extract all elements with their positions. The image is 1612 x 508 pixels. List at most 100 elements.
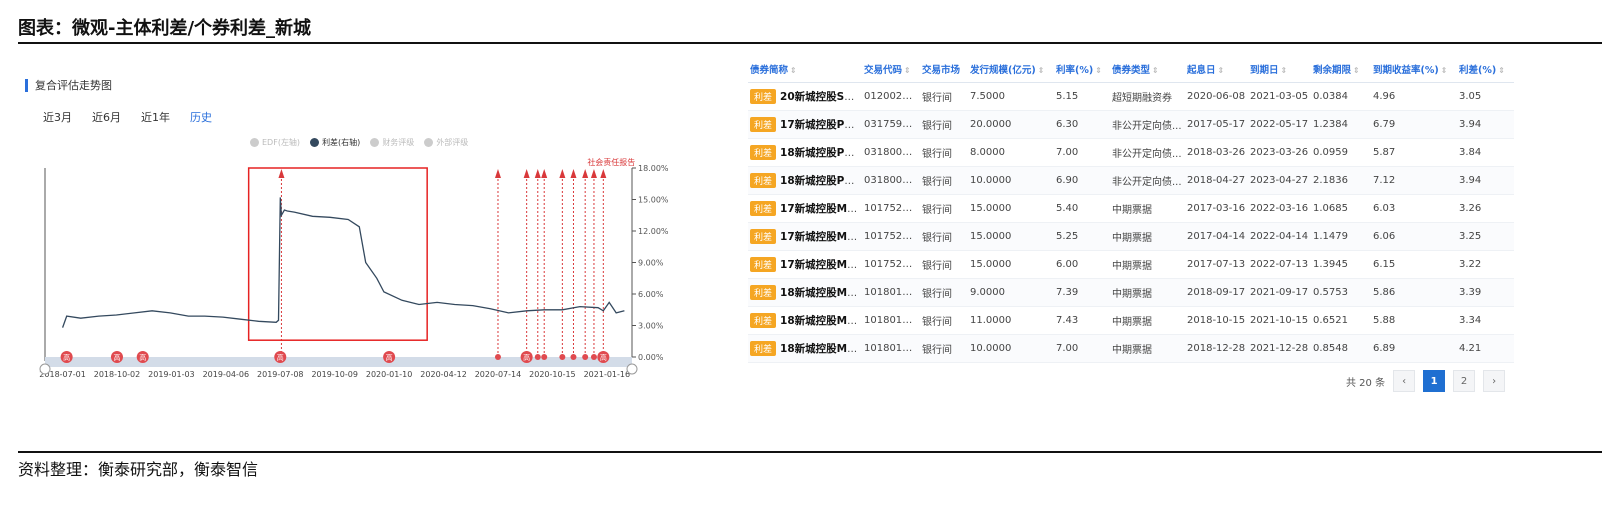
table-row[interactable]: 利差 18新城控股MT... 101801148 银行间 11.0000 7.43 中期票据… xyxy=(748,306,1514,335)
bond-name[interactable]: 17新城控股PP... xyxy=(780,119,862,131)
sort-icon[interactable]: ⇕ xyxy=(1038,66,1045,75)
panel-title: 复合评估走势图 xyxy=(25,79,112,92)
table-cell[interactable]: 利差 18新城控股PP... xyxy=(748,138,862,167)
pagination: 共 20 条 ‹ 1 2 › xyxy=(1346,370,1506,392)
y-tick-label: 18.00% xyxy=(638,164,669,173)
x-tick-label: 2020-04-12 xyxy=(420,370,467,379)
table-cell: 超短期融资券 xyxy=(1110,82,1185,111)
range-tab-3m[interactable]: 近3月 xyxy=(43,109,72,125)
spread-badge: 利差 xyxy=(750,201,777,216)
col-header-bond-name[interactable]: 债券简称 ⇕ xyxy=(748,56,862,83)
col-header-spread[interactable]: 利差(%) ⇕ xyxy=(1457,56,1514,83)
table-cell: 5.86 xyxy=(1371,278,1457,307)
table-cell: 7.00 xyxy=(1054,138,1110,167)
table-cell[interactable]: 利差 17新城控股MT... xyxy=(748,250,862,279)
table-cell: 2017-07-13 xyxy=(1185,250,1248,279)
range-tab-1y[interactable]: 近1年 xyxy=(141,109,170,125)
table-cell: 银行间 xyxy=(920,334,968,363)
table-cell[interactable]: 利差 18新城控股PP... xyxy=(748,166,862,195)
table-cell: 012002065 xyxy=(862,82,920,111)
table-row[interactable]: 利差 20新城控股SC... 012002065 银行间 7.5000 5.15 超短期融资… xyxy=(748,82,1514,111)
table-cell[interactable]: 利差 17新城控股PP... xyxy=(748,110,862,139)
table-row[interactable]: 利差 17新城控股MT... 101752021 银行间 15.0000 6.00 中期票据… xyxy=(748,250,1514,279)
table-cell: 3.25 xyxy=(1457,222,1514,251)
table-cell: 4.96 xyxy=(1371,82,1457,111)
col-header-start-date[interactable]: 起息日 ⇕ xyxy=(1185,56,1248,83)
table-cell: 2018-10-15 xyxy=(1185,306,1248,335)
col-header-remaining-term[interactable]: 剩余期限 ⇕ xyxy=(1311,56,1371,83)
page-1-button[interactable]: 1 xyxy=(1423,370,1446,392)
table-cell: 101801148 xyxy=(862,306,920,335)
table-row[interactable]: 利差 18新城控股PP... 031800291 银行间 10.0000 6.90 非公开定… xyxy=(748,166,1514,195)
event-arrow-icon xyxy=(278,169,285,178)
col-header-code[interactable]: 交易代码 ⇕ xyxy=(862,56,920,83)
bond-name[interactable]: 18新城控股MT... xyxy=(780,287,862,299)
table-cell[interactable]: 利差 18新城控股MT... xyxy=(748,278,862,307)
legend-financial-rating[interactable]: 财务评级 xyxy=(370,137,414,148)
sort-icon[interactable]: ⇕ xyxy=(1218,66,1225,75)
range-tab-history[interactable]: 历史 xyxy=(190,109,212,125)
bond-name[interactable]: 17新城控股MT... xyxy=(780,203,862,215)
sort-icon[interactable]: ⇕ xyxy=(790,66,797,75)
table-cell: 3.26 xyxy=(1457,194,1514,223)
table-cell: 银行间 xyxy=(920,166,968,195)
table-cell: 非公开定向债... xyxy=(1110,166,1185,195)
table-row[interactable]: 利差 18新城控股MT... 101801076 银行间 9.0000 7.39 中期票据 2… xyxy=(748,278,1514,307)
legend-edf[interactable]: EDF(左轴) xyxy=(250,137,300,148)
bond-name[interactable]: 17新城控股MT... xyxy=(780,231,862,243)
x-tick-label: 2020-07-14 xyxy=(475,370,522,379)
range-tab-6m[interactable]: 近6月 xyxy=(92,109,121,125)
col-header-issue-size[interactable]: 发行规模(亿元) ⇕ xyxy=(968,56,1054,83)
col-header-bond-type[interactable]: 债券类型 ⇕ xyxy=(1110,56,1185,83)
next-page-button[interactable]: › xyxy=(1483,370,1506,392)
sort-icon[interactable]: ⇕ xyxy=(1498,66,1505,75)
bond-name[interactable]: 17新城控股MT... xyxy=(780,259,862,271)
prev-page-button[interactable]: ‹ xyxy=(1393,370,1416,392)
legend-dot-icon xyxy=(424,138,434,147)
bond-name[interactable]: 18新城控股MT... xyxy=(780,343,862,355)
table-cell: 5.25 xyxy=(1054,222,1110,251)
table-cell[interactable]: 利差 18新城控股MT... xyxy=(748,306,862,335)
table-cell: 7.5000 xyxy=(968,82,1054,111)
table-cell: 6.30 xyxy=(1054,110,1110,139)
bond-name[interactable]: 18新城控股PP... xyxy=(780,147,862,159)
table-cell[interactable]: 利差 20新城控股SC... xyxy=(748,82,862,111)
bond-name[interactable]: 18新城控股MT... xyxy=(780,315,862,327)
sort-icon[interactable]: ⇕ xyxy=(1281,66,1288,75)
legend-external-rating[interactable]: 外部评级 xyxy=(424,137,468,148)
table-cell: 9.0000 xyxy=(968,278,1054,307)
sort-icon[interactable]: ⇕ xyxy=(1353,66,1360,75)
table-row[interactable]: 利差 18新城控股PP... 031800171 银行间 8.0000 7.00 非公开定向… xyxy=(748,138,1514,167)
table-header-row: 债券简称 ⇕ 交易代码 ⇕ 交易市场 发行规模(亿元) ⇕ 利率(%) ⇕ 债券类型 ⇕ … xyxy=(748,56,1514,83)
sort-icon[interactable]: ⇕ xyxy=(1441,66,1448,75)
table-cell[interactable]: 利差 17新城控股MT... xyxy=(748,222,862,251)
event-marker-dot xyxy=(494,354,501,360)
spread-badge: 利差 xyxy=(750,341,777,356)
event-marker-dot xyxy=(559,354,566,360)
col-header-ytm[interactable]: 到期收益率(%) ⇕ xyxy=(1371,56,1457,83)
table-cell: 中期票据 xyxy=(1110,250,1185,279)
sort-icon[interactable]: ⇕ xyxy=(904,66,911,75)
table-cell: 银行间 xyxy=(920,82,968,111)
legend-spread[interactable]: 利差(右轴) xyxy=(310,137,360,148)
col-header-maturity-date[interactable]: 到期日 ⇕ xyxy=(1248,56,1311,83)
table-cell: 5.88 xyxy=(1371,306,1457,335)
table-cell: 银行间 xyxy=(920,194,968,223)
sort-icon[interactable]: ⇕ xyxy=(1152,66,1159,75)
table-row[interactable]: 利差 17新城控股MT... 101752010 银行间 15.0000 5.25 中期票据… xyxy=(748,222,1514,251)
table-cell: 5.87 xyxy=(1371,138,1457,167)
table-row[interactable]: 利差 18新城控股MT... 101801574 银行间 10.0000 7.00 中期票据… xyxy=(748,334,1514,363)
table-cell: 15.0000 xyxy=(968,194,1054,223)
table-cell: 031800171 xyxy=(862,138,920,167)
col-header-rate[interactable]: 利率(%) ⇕ xyxy=(1054,56,1110,83)
table-row[interactable]: 利差 17新城控股PP... 031759010 银行间 20.0000 6.30 非公开定… xyxy=(748,110,1514,139)
sort-icon[interactable]: ⇕ xyxy=(1095,66,1102,75)
page-2-button[interactable]: 2 xyxy=(1453,370,1476,392)
slider-handle-left xyxy=(39,363,51,375)
y-tick-label: 12.00% xyxy=(638,227,669,236)
bond-name[interactable]: 20新城控股SC... xyxy=(780,91,862,103)
table-cell[interactable]: 利差 17新城控股MT... xyxy=(748,194,862,223)
table-cell[interactable]: 利差 18新城控股MT... xyxy=(748,334,862,363)
bond-name[interactable]: 18新城控股PP... xyxy=(780,175,862,187)
table-row[interactable]: 利差 17新城控股MT... 101752008 银行间 15.0000 5.40 中期票据… xyxy=(748,194,1514,223)
